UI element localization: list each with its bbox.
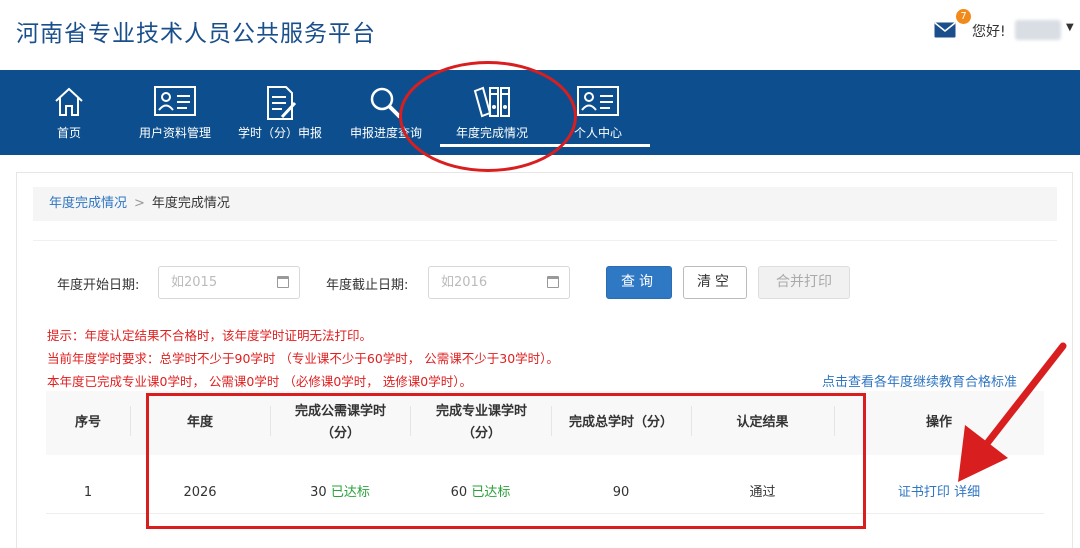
greeting-text: 您好! [972, 24, 1006, 40]
merge-print-button[interactable]: 合并打印 [758, 266, 850, 299]
qualification-standard-link[interactable]: 点击查看各年度继续教育合格标准 [822, 371, 1044, 390]
breadcrumb-current: 年度完成情况 [151, 196, 230, 211]
mail-icon[interactable] [934, 22, 956, 38]
id-card-icon [154, 86, 196, 116]
nav-item-user-profile[interactable]: 用户资料管理 [125, 70, 225, 155]
nav-item-hours-declare[interactable]: 学时（分）申报 [230, 70, 330, 155]
mail-count-badge: 7 [956, 9, 971, 24]
end-date-input[interactable]: 如2016 [428, 266, 570, 299]
start-date-placeholder: 如2015 [171, 275, 218, 290]
document-pen-icon [267, 86, 297, 120]
column-divider [130, 406, 131, 436]
annotation-circle [399, 61, 577, 172]
start-date-label: 年度开始日期: [57, 278, 140, 293]
column-header-index: 序号 [74, 415, 101, 430]
nav-label: 首页 [56, 126, 81, 140]
breadcrumb-separator: > [134, 196, 145, 211]
certificate-print-link[interactable]: 证书打印 [898, 485, 950, 500]
id-card-icon [577, 86, 619, 116]
breadcrumb-link[interactable]: 年度完成情况 [49, 196, 127, 211]
breadcrumb: 年度完成情况 > 年度完成情况 [33, 187, 1057, 221]
calendar-icon[interactable] [277, 276, 289, 288]
calendar-icon[interactable] [547, 276, 559, 288]
nav-label: 学时（分）申报 [237, 126, 322, 140]
query-button[interactable]: 查询 [606, 266, 672, 299]
end-date-label: 年度截止日期: [326, 278, 409, 293]
notice-line-2: 当前年度学时要求：总学时不少于90学时 （专业课不少于60学时， 公需课不少于3… [47, 351, 559, 366]
nav-item-home[interactable]: 首页 [40, 70, 98, 155]
site-title[interactable]: 河南省专业技术人员公共服务平台 [16, 14, 376, 48]
top-header: 河南省专业技术人员公共服务平台 7 您好! ▼ [0, 0, 1080, 70]
home-icon [55, 87, 83, 116]
notice-line-1: 提示：年度认定结果不合格时，该年度学时证明无法打印。 [47, 328, 373, 343]
user-name-blurred[interactable] [1015, 20, 1061, 40]
start-date-input[interactable]: 如2015 [158, 266, 300, 299]
clear-button[interactable]: 清空 [683, 266, 747, 299]
cell-index: 1 [83, 485, 93, 500]
caret-down-icon[interactable]: ▼ [1066, 22, 1074, 33]
annotation-rectangle [146, 393, 866, 529]
nav-label: 用户资料管理 [138, 126, 211, 140]
end-date-placeholder: 如2016 [441, 275, 488, 290]
notice-line-3: 本年度已完成专业课0学时， 公需课0学时 （必修课0学时， 选修课0学时）。 [47, 374, 472, 389]
detail-link[interactable]: 详细 [954, 485, 980, 500]
